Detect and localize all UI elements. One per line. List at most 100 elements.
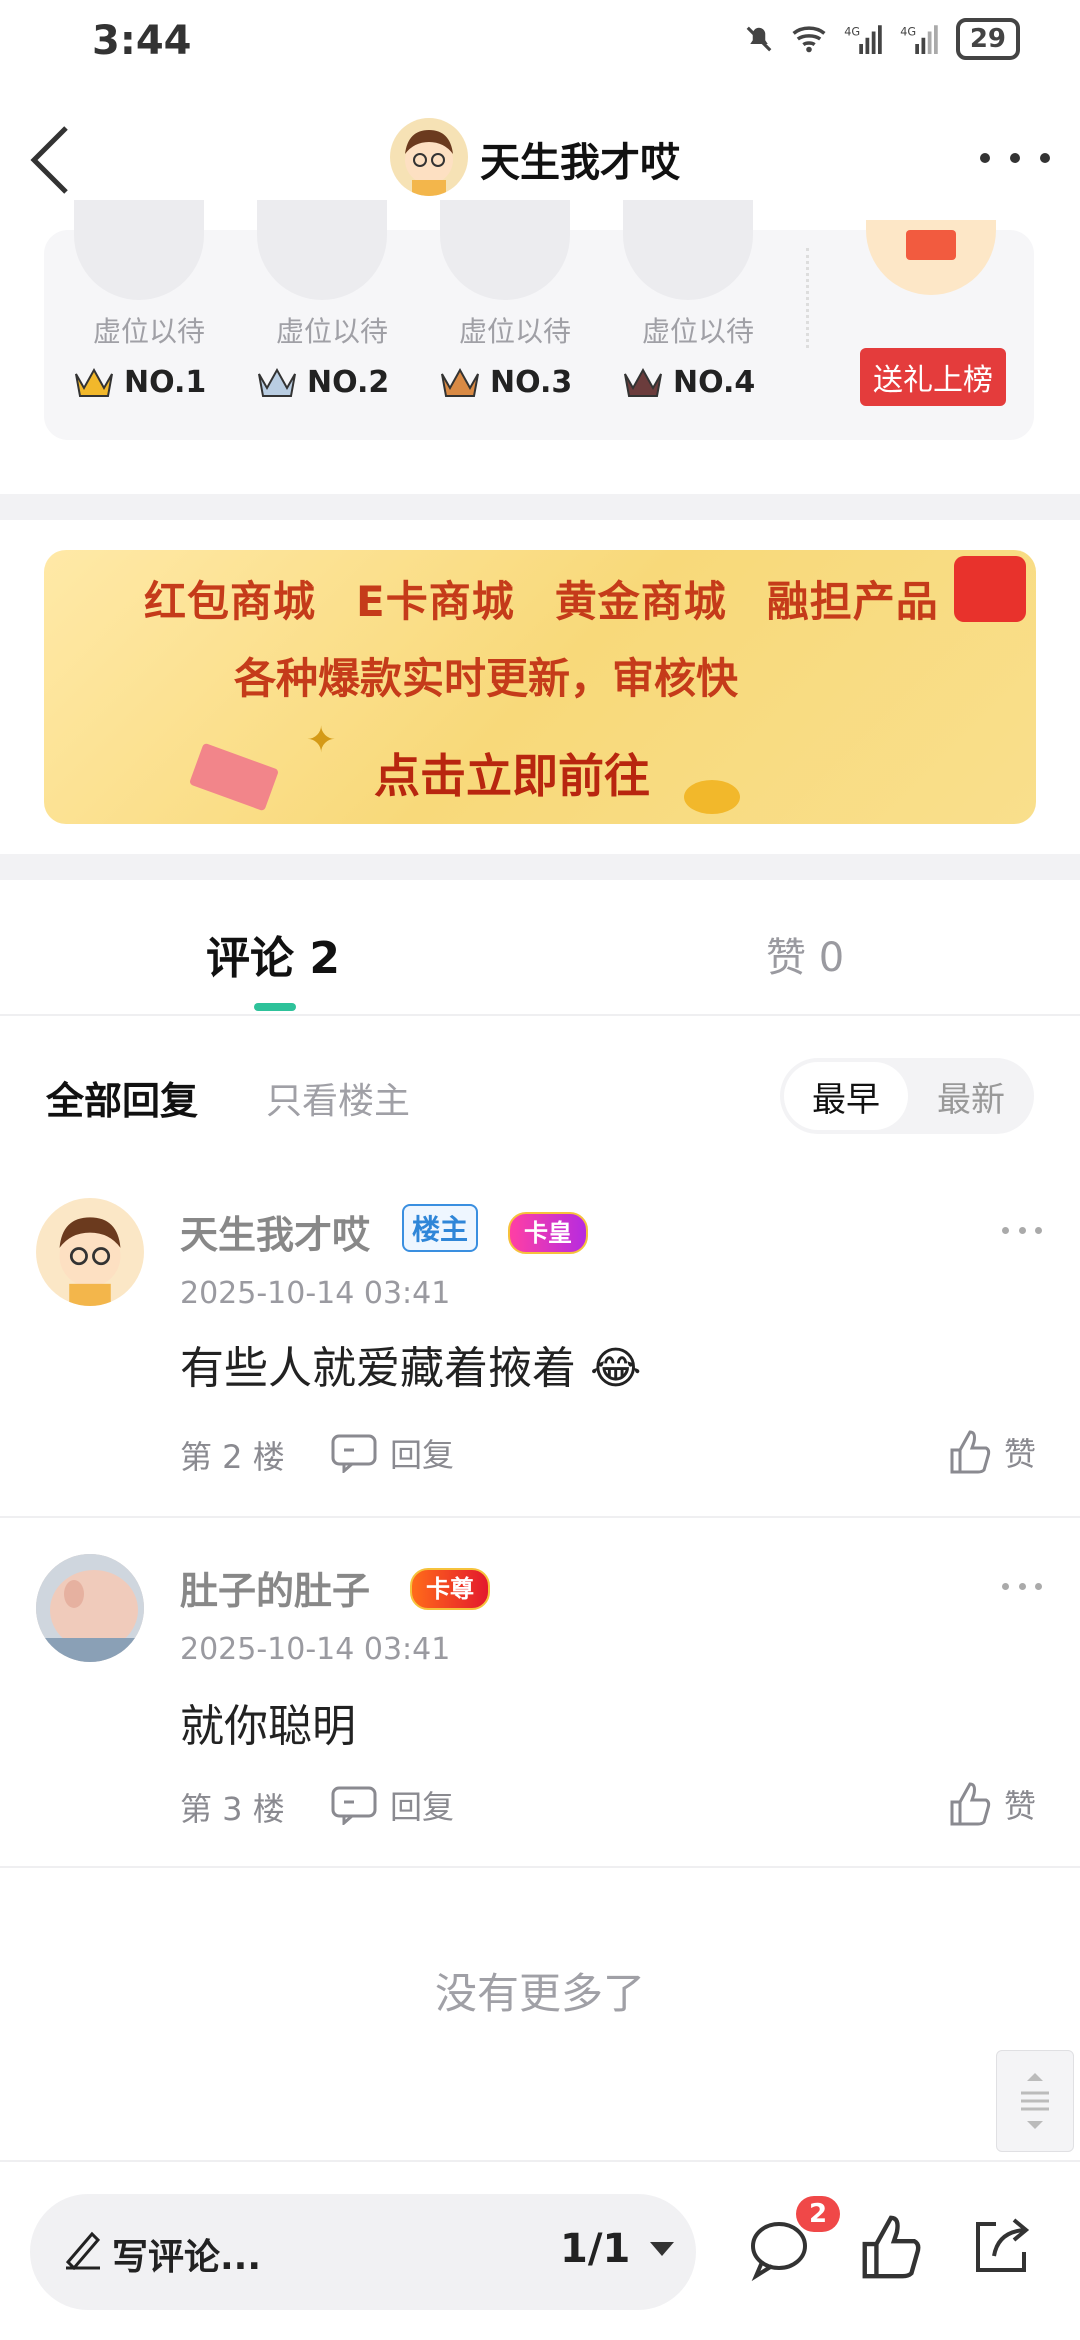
wifi-icon bbox=[792, 26, 826, 53]
comment-author[interactable]: 肚子的肚子 bbox=[180, 1560, 370, 1615]
more-dot-icon bbox=[1040, 153, 1050, 163]
comment-more-button[interactable] bbox=[1002, 1224, 1042, 1236]
avatar-cartoon-icon bbox=[59, 1217, 121, 1306]
rank-number-text: NO.3 bbox=[490, 365, 573, 400]
chevron-left-icon bbox=[30, 126, 68, 194]
battery-indicator: 29 bbox=[955, 18, 1020, 60]
empty-seat-icon bbox=[623, 200, 753, 300]
red-envelope-icon bbox=[954, 556, 1026, 622]
more-dot-icon bbox=[1002, 1582, 1009, 1590]
banner-cta: 点击立即前往 bbox=[374, 749, 650, 803]
mute-icon bbox=[746, 26, 772, 52]
tab-likes[interactable]: 赞 0 bbox=[766, 925, 844, 983]
comment-author[interactable]: 天生我才哎 bbox=[180, 1204, 370, 1259]
status-time: 3:44 bbox=[92, 18, 192, 64]
comment-text: 就你聪明 bbox=[180, 1701, 356, 1752]
empty-seat-icon bbox=[440, 200, 570, 300]
reply-label: 回复 bbox=[390, 1788, 455, 1826]
comment-bubble-icon bbox=[331, 1786, 377, 1825]
banner-items: 红包商城 E卡商城 黄金商城 融担产品 bbox=[144, 568, 979, 629]
avatar[interactable] bbox=[36, 1554, 144, 1662]
active-tab-indicator bbox=[254, 1003, 296, 1011]
crown-silver-icon bbox=[258, 367, 296, 397]
comment-date: 2025-10-14 03:41 bbox=[180, 1632, 451, 1667]
rank-slot-label: 虚位以待 bbox=[458, 315, 571, 348]
avatar-cartoon-icon bbox=[405, 130, 453, 196]
rank-number: NO.3 bbox=[440, 365, 610, 400]
baby-photo-icon bbox=[36, 1554, 144, 1662]
end-of-list-text: 没有更多了 bbox=[434, 1969, 645, 2018]
banner-item: 红包商城 bbox=[144, 577, 317, 626]
thumbs-up-icon bbox=[950, 1430, 991, 1474]
promo-banner[interactable]: 红包商城 E卡商城 黄金商城 融担产品 各种爆款实时更新，审核快 点击立即前往 ✦ bbox=[44, 550, 1036, 824]
rank-number-text: NO.1 bbox=[124, 365, 207, 400]
section-divider bbox=[0, 854, 1080, 880]
like-post-button[interactable] bbox=[856, 2212, 926, 2282]
rank-number: NO.1 bbox=[74, 365, 244, 400]
more-dot-icon bbox=[1002, 1226, 1009, 1234]
rank-slot-label: 虚位以待 bbox=[275, 315, 388, 348]
empty-seat-icon bbox=[74, 200, 204, 300]
more-options-button[interactable] bbox=[980, 140, 1050, 176]
page-indicator[interactable]: 1/1 bbox=[560, 2226, 630, 2272]
crown-bronze-icon bbox=[441, 367, 479, 397]
banner-subtitle: 各种爆款实时更新，审核快 bbox=[234, 654, 739, 703]
sort-newest-button[interactable]: 最新 bbox=[912, 1062, 1030, 1130]
comment-count-badge: 2 bbox=[796, 2196, 840, 2232]
reply-button[interactable]: 回复 bbox=[330, 1782, 454, 1828]
sort-earliest-button[interactable]: 最早 bbox=[784, 1062, 908, 1130]
section-divider bbox=[0, 494, 1080, 520]
more-dot-icon bbox=[1035, 1582, 1042, 1590]
back-button[interactable] bbox=[22, 120, 82, 200]
signal-4g-icon: 4G bbox=[900, 25, 938, 54]
crown-gold-icon bbox=[75, 367, 113, 397]
write-comment-input[interactable]: 写评论... 1/1 bbox=[30, 2194, 696, 2310]
svg-text:4G: 4G bbox=[844, 25, 860, 38]
rank-divider bbox=[806, 248, 809, 348]
banner-item: E卡商城 bbox=[356, 577, 515, 626]
header-avatar[interactable] bbox=[390, 118, 468, 196]
owner-badge: 楼主 bbox=[402, 1204, 479, 1252]
share-button[interactable] bbox=[966, 2212, 1036, 2282]
bottom-bar-divider bbox=[0, 2160, 1080, 2162]
status-icons: 4G 4G 29 bbox=[744, 18, 1020, 60]
floor-number: 第 2 楼 bbox=[180, 1438, 285, 1476]
comment-bubble-icon bbox=[331, 1434, 377, 1473]
scroll-handle[interactable] bbox=[996, 2050, 1074, 2152]
like-label: 赞 bbox=[1004, 1787, 1037, 1825]
like-button[interactable]: 赞 bbox=[946, 1428, 1036, 1476]
more-dot-icon bbox=[1035, 1226, 1042, 1234]
share-icon bbox=[976, 2218, 1030, 2272]
rank-number-text: NO.2 bbox=[307, 365, 390, 400]
sparkle-icon: ✦ bbox=[306, 720, 337, 761]
floor-number: 第 3 楼 bbox=[180, 1790, 285, 1828]
like-label: 赞 bbox=[1004, 1435, 1037, 1473]
crown-dark-icon bbox=[624, 367, 662, 397]
empty-seat-icon bbox=[257, 200, 387, 300]
pencil-icon bbox=[65, 2231, 101, 2270]
banner-item: 融担产品 bbox=[766, 577, 939, 626]
tab-comments[interactable]: 评论 2 bbox=[206, 922, 340, 986]
avatar[interactable] bbox=[36, 1198, 144, 1306]
rank-slot-label: 虚位以待 bbox=[641, 315, 754, 348]
tab-divider bbox=[0, 1014, 1080, 1016]
rank-number: NO.2 bbox=[257, 365, 427, 400]
gift-icon bbox=[906, 230, 956, 260]
like-button[interactable]: 赞 bbox=[946, 1780, 1036, 1828]
reply-label: 回复 bbox=[390, 1436, 455, 1474]
svg-text:4G: 4G bbox=[900, 25, 916, 38]
signal-4g-icon: 4G bbox=[844, 25, 882, 54]
rank-number-text: NO.4 bbox=[673, 365, 756, 400]
page-title: 天生我才哎 bbox=[480, 140, 680, 186]
filter-owner-only[interactable]: 只看楼主 bbox=[266, 1072, 410, 1124]
rank-slot-label: 虚位以待 bbox=[92, 315, 205, 348]
filter-all-replies[interactable]: 全部回复 bbox=[46, 1070, 198, 1125]
reply-button[interactable]: 回复 bbox=[330, 1430, 454, 1476]
comment-text: 有些人就爱藏着掖着 😂 bbox=[180, 1332, 641, 1396]
more-dot-icon bbox=[980, 153, 990, 163]
gift-rank-button[interactable]: 送礼上榜 bbox=[860, 348, 1006, 406]
sort-toggle: 最早 最新 bbox=[780, 1058, 1034, 1134]
comment-divider bbox=[0, 1516, 1080, 1518]
comment-more-button[interactable] bbox=[1002, 1580, 1042, 1592]
caret-down-icon[interactable] bbox=[650, 2242, 674, 2256]
